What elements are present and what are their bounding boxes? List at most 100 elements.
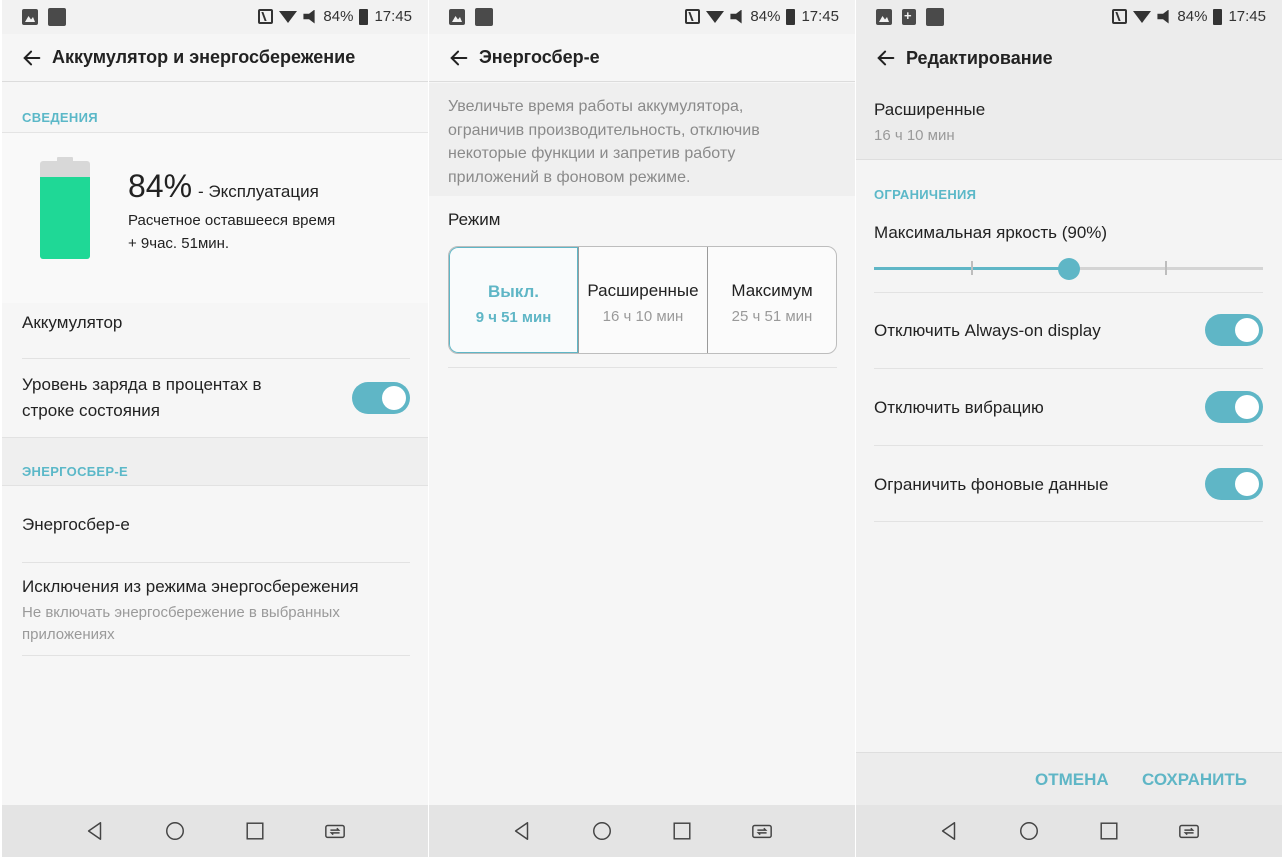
app-notification-icon <box>48 8 66 26</box>
app-notification-icon <box>926 8 944 26</box>
mode-selector: Выкл. 9 ч 51 мин Расширенные 16 ч 10 мин… <box>448 246 837 354</box>
nav-back-button[interactable] <box>934 816 964 846</box>
battery-fill <box>40 176 90 259</box>
description-line: ограничив производительность, отключив <box>448 121 760 139</box>
nav-home-button[interactable] <box>1014 816 1044 846</box>
app-bar: Энергосбер-е <box>429 34 855 82</box>
toggle-label: Отключить вибрацию <box>874 398 1044 417</box>
battery-icon <box>1213 8 1223 25</box>
triangle-back-icon <box>87 822 102 840</box>
list-item-percent-in-statusbar[interactable]: Уровень заряда в процентах в строке сост… <box>2 359 428 437</box>
navigation-bar <box>429 805 855 857</box>
gallery-notification-icon <box>876 9 892 25</box>
list-item-label-line1: Уровень заряда в процентах в <box>22 375 262 394</box>
page-title: Аккумулятор и энергосбережение <box>52 47 356 67</box>
nav-recents-button[interactable] <box>667 816 697 846</box>
battery-percent-text: 84% <box>1177 8 1208 25</box>
toggle-row-aod[interactable]: Отключить Always-on display <box>856 293 1282 368</box>
brightness-label: Максимальная яркость (90%) <box>874 223 1108 242</box>
sound-off-icon <box>1157 9 1169 24</box>
navigation-bar <box>856 805 1282 857</box>
mode-time: 16 ч 10 мин <box>602 308 684 325</box>
dual-window-icon <box>1179 824 1199 839</box>
circle-home-icon <box>1020 822 1038 840</box>
nav-switch-button[interactable] <box>747 816 777 846</box>
page-title: Редактирование <box>906 47 1053 68</box>
square-recents-icon <box>673 822 691 840</box>
status-bar: 84% 17:45 <box>2 0 428 34</box>
battery-percent-text: 84% <box>323 8 354 25</box>
wifi-icon <box>1133 10 1152 23</box>
dialog-actions: ОТМЕНА СОХРАНИТЬ <box>856 752 1282 805</box>
list-item-label: Аккумулятор <box>22 313 123 332</box>
app-bar: Аккумулятор и энергосбережение <box>2 34 428 82</box>
divider <box>874 521 1263 522</box>
list-item-saver-exceptions[interactable]: Исключения из режима энергосбережения Не… <box>2 563 428 655</box>
mode-name: Выкл. <box>487 282 540 301</box>
circle-home-icon <box>166 822 184 840</box>
mode-option-off[interactable]: Выкл. 9 ч 51 мин <box>449 247 578 353</box>
remaining-time-value: + 9час. 51мин. <box>128 235 230 252</box>
slider-tick <box>971 261 973 275</box>
section-header-info: СВЕДЕНИЯ <box>22 110 98 125</box>
vibration-toggle[interactable] <box>1205 391 1263 423</box>
square-recents-icon <box>1100 822 1118 840</box>
description-text: Увеличьте время работы аккумулятора, огр… <box>448 95 760 189</box>
nav-back-button[interactable] <box>80 816 110 846</box>
gallery-notification-icon <box>449 9 465 25</box>
percent-toggle[interactable] <box>352 382 410 414</box>
divider <box>22 655 410 656</box>
toggle-row-background-data[interactable]: Ограничить фоновые данные <box>856 446 1282 522</box>
cancel-button[interactable]: ОТМЕНА <box>1035 770 1109 790</box>
sound-off-icon <box>303 9 315 24</box>
nav-back-button[interactable] <box>507 816 537 846</box>
edit-mode-screen: 84% 17:45 Редактирование Расширенные 16 … <box>856 0 1282 857</box>
status-bar: 84% 17:45 <box>856 0 1282 34</box>
aod-toggle[interactable] <box>1205 314 1263 346</box>
dual-window-icon <box>752 824 772 839</box>
clock: 17:45 <box>374 8 412 25</box>
brightness-slider[interactable] <box>874 258 1263 280</box>
nfc-icon <box>1112 9 1128 24</box>
nav-switch-button[interactable] <box>320 816 350 846</box>
nfc-icon <box>685 9 701 24</box>
list-item-label-line2: строке состояния <box>22 401 160 420</box>
list-item-sub-line2: приложениях <box>22 626 115 643</box>
list-item-power-saver[interactable]: Энергосбер-е <box>2 487 428 562</box>
battery-percent-text: 84% <box>750 8 781 25</box>
list-item-battery[interactable]: Аккумулятор <box>2 303 428 357</box>
wifi-icon <box>706 10 725 23</box>
slider-thumb[interactable] <box>1057 258 1080 280</box>
nav-home-button[interactable] <box>587 816 617 846</box>
mode-option-extended[interactable]: Расширенные 16 ч 10 мин <box>578 247 708 353</box>
sound-off-icon <box>730 9 742 24</box>
description-line: некоторые функции и запретив работу <box>448 145 736 162</box>
nav-switch-button[interactable] <box>1174 816 1204 846</box>
app-bar: Редактирование <box>856 34 1282 82</box>
nav-recents-button[interactable] <box>240 816 270 846</box>
mode-name: Расширенные <box>587 281 699 300</box>
background-data-toggle[interactable] <box>1205 468 1263 500</box>
clock: 17:45 <box>1228 8 1266 25</box>
square-recents-icon <box>246 822 264 840</box>
status-bar: 84% 17:45 <box>429 0 855 34</box>
nav-recents-button[interactable] <box>1094 816 1124 846</box>
description-line: Увеличьте время работы аккумулятора, <box>448 98 744 115</box>
gallery-notification-icon <box>22 9 38 25</box>
app-notification-icon <box>475 8 493 26</box>
arrow-left-icon <box>877 50 895 66</box>
section-header-saver: ЭНЕРГОСБЕР-Е <box>22 464 128 479</box>
mode-option-maximum[interactable]: Максимум 25 ч 51 мин <box>708 247 836 353</box>
page-title: Энергосбер-е <box>479 47 600 67</box>
toggle-label: Ограничить фоновые данные <box>874 475 1109 494</box>
battery-saver-notification-icon <box>902 8 916 25</box>
save-button[interactable]: СОХРАНИТЬ <box>1142 770 1247 790</box>
nfc-icon <box>258 9 274 24</box>
circle-home-icon <box>593 822 611 840</box>
toggle-row-vibration[interactable]: Отключить вибрацию <box>856 369 1282 445</box>
battery-icon <box>359 8 369 25</box>
description-box: Увеличьте время работы аккумулятора, огр… <box>429 83 855 196</box>
nav-home-button[interactable] <box>160 816 190 846</box>
battery-settings-screen: 84% 17:45 Аккумулятор и энергосбережение… <box>2 0 428 857</box>
mode-name: Расширенные <box>874 100 986 119</box>
